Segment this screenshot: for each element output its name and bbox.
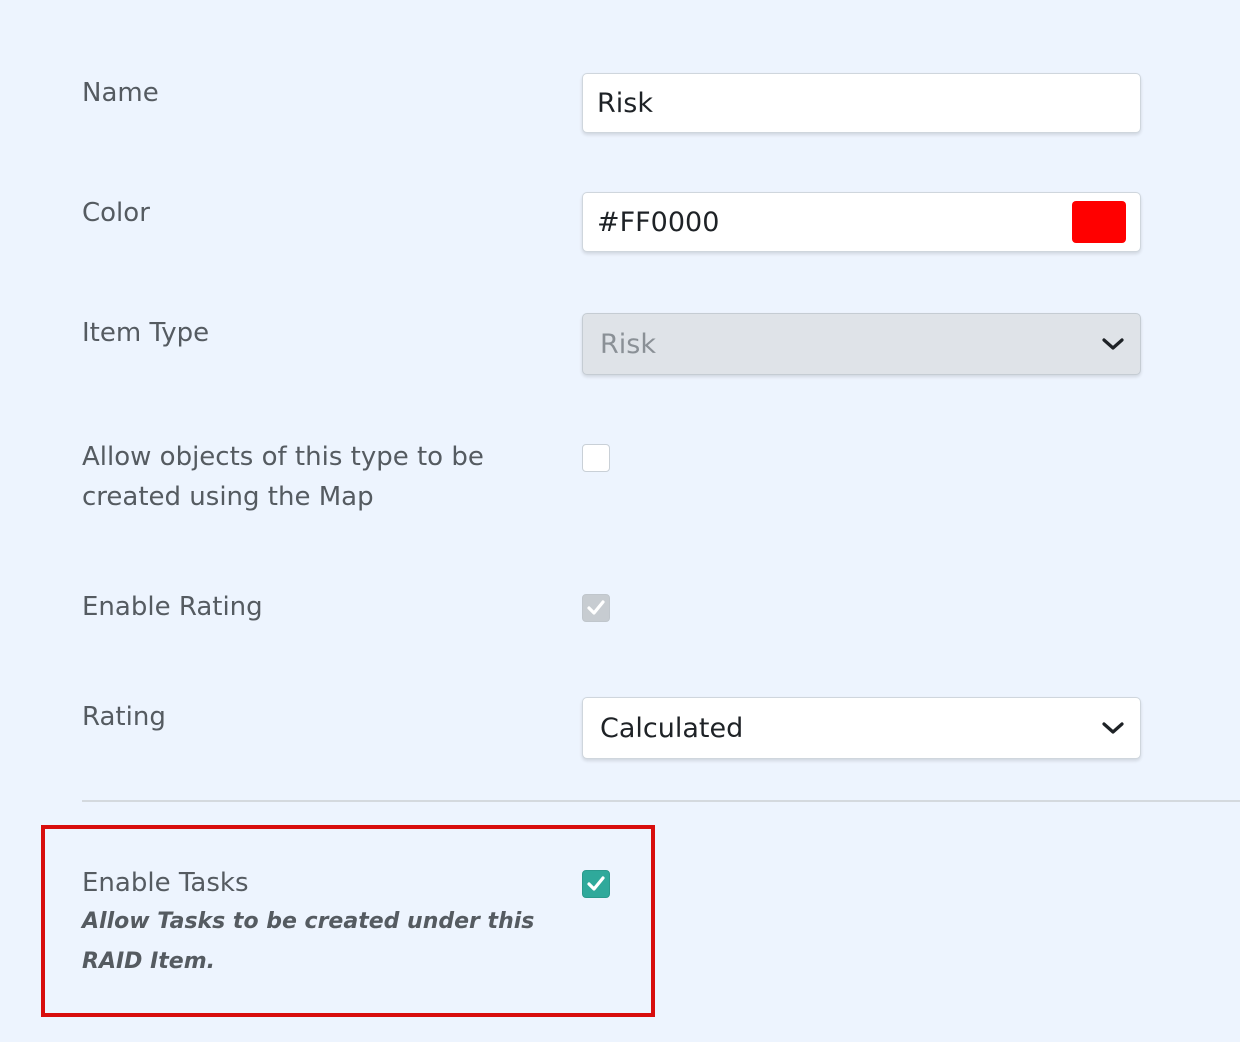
item-type-select-value: Risk <box>600 328 656 360</box>
rating-select-value: Calculated <box>600 712 744 744</box>
color-label: Color <box>82 198 150 228</box>
name-input-value: Risk <box>597 87 653 119</box>
color-input-value: #FF0000 <box>597 206 720 238</box>
enable-tasks-label: Enable Tasks <box>82 868 249 898</box>
chevron-down-icon <box>1100 715 1126 741</box>
name-input[interactable]: Risk <box>582 73 1141 133</box>
allow-map-label: Allow objects of this type to be created… <box>82 442 484 512</box>
section-divider <box>82 800 1240 802</box>
checkmark-icon <box>587 600 605 615</box>
item-type-label: Item Type <box>82 318 210 348</box>
allow-map-checkbox[interactable] <box>582 444 610 472</box>
chevron-down-icon <box>1100 331 1126 357</box>
enable-tasks-checkbox[interactable] <box>582 870 610 898</box>
rating-label: Rating <box>82 702 166 732</box>
checkmark-icon <box>587 876 605 891</box>
enable-tasks-help-text: Allow Tasks to be created under this RAI… <box>82 909 535 974</box>
enable-rating-checkbox <box>582 594 610 622</box>
rating-select[interactable]: Calculated <box>582 697 1141 759</box>
name-label: Name <box>82 78 159 108</box>
item-type-select: Risk <box>582 313 1141 375</box>
enable-rating-label: Enable Rating <box>82 592 263 622</box>
color-input[interactable]: #FF0000 <box>582 192 1141 252</box>
color-swatch[interactable] <box>1072 201 1126 243</box>
